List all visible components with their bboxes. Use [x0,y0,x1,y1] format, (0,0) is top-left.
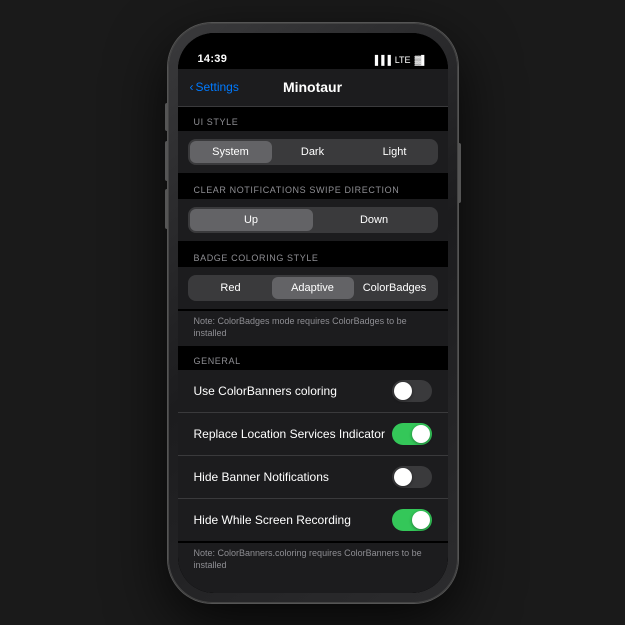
location-indicator-toggle[interactable] [392,423,432,445]
badge-red[interactable]: Red [190,277,272,299]
ui-style-section: UI STYLE System Dark Light [178,107,448,173]
nav-bar: ‹ Settings Minotaur [178,69,448,107]
clear-swipe-section: CLEAR NOTIFICATIONS SWIPE DIRECTION Up D… [178,175,448,241]
ui-style-system[interactable]: System [190,141,272,163]
location-indicator-row: Replace Location Services Indicator [178,413,448,456]
mute-button [165,103,168,131]
hide-screen-recording-label: Hide While Screen Recording [194,513,351,527]
phone-outer: 14:39 ▐▐▐ LTE ▓▌ ‹ Settings Minotaur [168,23,458,603]
ui-style-segment: System Dark Light [188,139,438,165]
toggle-thumb-4 [412,511,430,529]
screen: 14:39 ▐▐▐ LTE ▓▌ ‹ Settings Minotaur [178,33,448,593]
signal-icon: ▐▐▐ [372,55,391,65]
general-header: GENERAL [178,346,448,370]
general-list: Use ColorBanners coloring Replace Locati… [178,370,448,541]
hide-banner-row: Hide Banner Notifications [178,456,448,499]
volume-up-button [165,141,168,181]
hide-banner-toggle[interactable] [392,466,432,488]
ui-style-wrapper: System Dark Light [178,131,448,173]
status-time: 14:39 [198,53,228,65]
send-test-section[interactable]: Send Test Notification [178,578,448,593]
badge-coloring-segment: Red Adaptive ColorBadges [188,275,438,301]
hide-banner-label: Hide Banner Notifications [194,470,329,484]
hide-screen-recording-toggle[interactable] [392,509,432,531]
hide-screen-recording-row: Hide While Screen Recording [178,499,448,541]
content-scroll[interactable]: UI STYLE System Dark Light CLEAR NOTIFIC… [178,107,448,593]
location-indicator-label: Replace Location Services Indicator [194,427,385,441]
ui-style-dark[interactable]: Dark [272,141,354,163]
badge-coloring-header: BADGE COLORING STYLE [178,243,448,267]
notch [258,33,368,57]
volume-down-button [165,189,168,229]
general-section: GENERAL Use ColorBanners coloring Replac… [178,346,448,578]
badge-colorbadges[interactable]: ColorBadges [354,277,436,299]
badge-coloring-wrapper: Red Adaptive ColorBadges [178,267,448,309]
status-icons: ▐▐▐ LTE ▓▌ [372,55,428,65]
badge-coloring-section: BADGE COLORING STYLE Red Adaptive ColorB… [178,243,448,346]
colorbanners-toggle[interactable] [392,380,432,402]
swipe-up[interactable]: Up [190,209,313,231]
colorbanners-row: Use ColorBanners coloring [178,370,448,413]
ui-style-header: UI STYLE [178,107,448,131]
badge-adaptive[interactable]: Adaptive [272,277,354,299]
clear-swipe-segment: Up Down [188,207,438,233]
toggle-thumb [394,382,412,400]
ui-style-light[interactable]: Light [354,141,436,163]
back-label: Settings [196,80,239,94]
battery-icon: ▓▌ [415,55,428,65]
phone-screen: 14:39 ▐▐▐ LTE ▓▌ ‹ Settings Minotaur [178,33,448,593]
toggle-thumb-2 [412,425,430,443]
clear-swipe-wrapper: Up Down [178,199,448,241]
chevron-left-icon: ‹ [190,80,194,94]
colorbanners-label: Use ColorBanners coloring [194,384,337,398]
toggle-thumb-3 [394,468,412,486]
back-button[interactable]: ‹ Settings [190,80,239,94]
badge-note: Note: ColorBadges mode requires ColorBad… [178,311,448,346]
nav-title: Minotaur [283,79,342,95]
clear-swipe-header: CLEAR NOTIFICATIONS SWIPE DIRECTION [178,175,448,199]
swipe-down[interactable]: Down [313,209,436,231]
network-label: LTE [395,55,411,65]
power-button [458,143,461,203]
send-test-label[interactable]: Send Test Notification [194,591,320,593]
general-note: Note: ColorBanners.coloring requires Col… [178,543,448,578]
